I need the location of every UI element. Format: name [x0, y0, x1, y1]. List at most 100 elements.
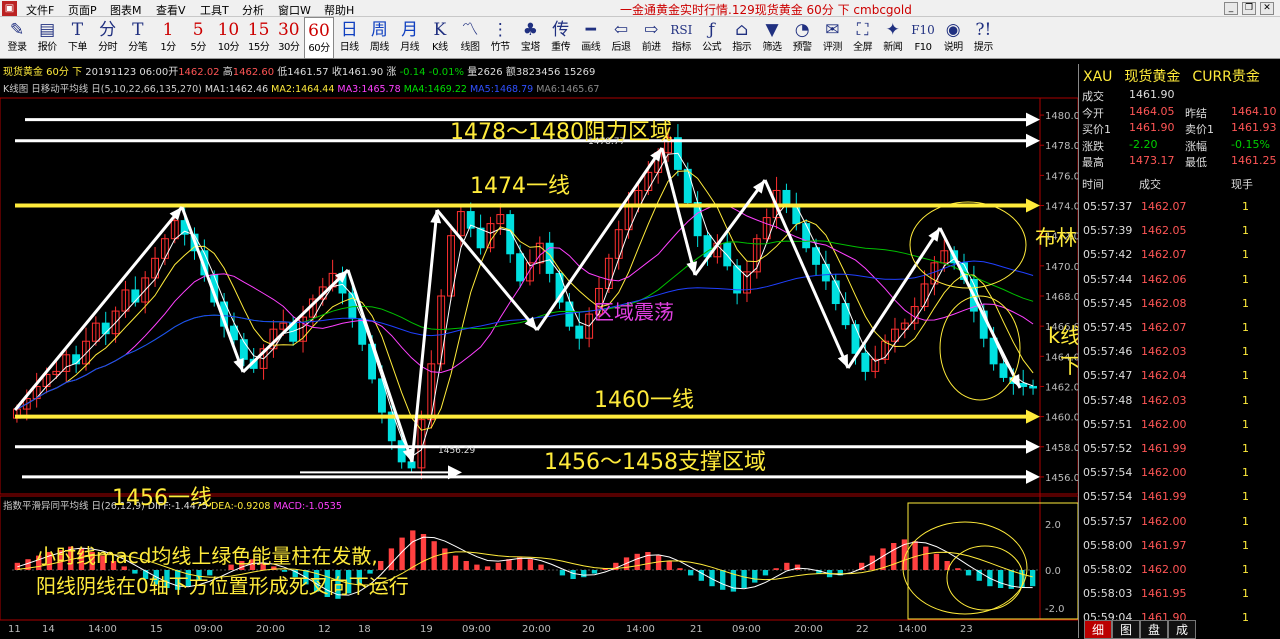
quote-value: 1473.17 — [1129, 154, 1175, 167]
restore-icon[interactable]: ❐ — [1242, 2, 1256, 15]
side-tab-2[interactable]: 盘 — [1140, 620, 1168, 639]
y-tick-label: 1462.0 — [1045, 382, 1080, 393]
candle-body — [476, 227, 485, 249]
y-tick-label: 1474.0 — [1045, 202, 1080, 213]
tick-time: 05:57:39 — [1083, 224, 1133, 238]
close-icon[interactable]: ✕ — [1260, 2, 1274, 15]
tick-row: 05:58:00 1461.97 1 — [1083, 539, 1279, 559]
tick-time: 05:57:37 — [1083, 200, 1133, 213]
time-tick: 20:00 — [522, 624, 551, 635]
ma4-line — [16, 240, 1034, 410]
tick-volume: 1 — [1242, 321, 1249, 334]
quote-label: 今开 — [1082, 106, 1104, 120]
y-tick-label: 1468.0 — [1045, 292, 1080, 303]
trend-arrow-line — [13, 206, 184, 411]
support-line-bottom-head — [1026, 469, 1040, 484]
tick-row: 05:57:45 1462.08 1 — [1083, 297, 1279, 317]
macd-dea: DEA:-0.9208 — [210, 501, 271, 512]
low-value: 1461.57 — [287, 67, 329, 78]
tick-row: 05:57:54 1461.99 1 — [1083, 490, 1279, 510]
symbol-market: CURR贵金 — [1192, 69, 1260, 85]
tick-row: 05:57:46 1462.03 1 — [1083, 345, 1279, 365]
close-value: 1461.90 — [341, 67, 384, 78]
side-tab-1[interactable]: 图 — [1112, 620, 1140, 639]
resist-line-bottom-head — [1026, 133, 1040, 148]
tick-price: 1462.07 — [1141, 248, 1187, 262]
time-tick: 09:00 — [462, 624, 491, 635]
quote-panel: XAU 现货黄金 CURR贵金 成交 1461.90 今开 1464.05 昨结 1464.1… — [1078, 64, 1280, 638]
tick-time: 05:57:45 — [1083, 321, 1133, 334]
symbol-code: XAU — [1083, 69, 1113, 85]
minimize-icon[interactable]: _ — [1224, 2, 1238, 15]
candle-body — [841, 303, 850, 326]
y-tick-label: 1458.0 — [1045, 443, 1080, 454]
tick-volume: 1 — [1242, 442, 1249, 455]
tick-volume: 1 — [1242, 224, 1249, 238]
candle-body — [723, 242, 732, 267]
trend-arrow-line — [180, 206, 245, 373]
line-1460-label: 1460一线 — [594, 388, 694, 413]
candle-body — [506, 214, 515, 255]
candle-body — [516, 253, 525, 282]
quote-label: 成交 — [1082, 90, 1104, 103]
time-tick: 21 — [690, 624, 703, 635]
tick-volume: 1 — [1242, 466, 1249, 480]
candle-body — [1029, 385, 1038, 389]
y-tick-label: 1476.0 — [1045, 171, 1080, 182]
candle-body — [683, 168, 692, 204]
bar-date: 20191123 06:00 — [85, 67, 169, 78]
low-marker: 1456.29 — [438, 446, 476, 456]
quote-label: 涨幅 — [1185, 139, 1207, 153]
tick-price: 1461.97 — [1141, 538, 1187, 552]
ma6-value: MA6:1465.67 — [536, 84, 600, 95]
side-tab-0[interactable]: 细 — [1084, 620, 1112, 639]
quote-label: 最低 — [1185, 156, 1207, 169]
tick-volume: 1 — [1242, 200, 1249, 213]
candle-body — [377, 378, 386, 413]
symbol-name: 现货黄金 — [1124, 69, 1181, 85]
tick-time: 05:57:52 — [1083, 442, 1133, 455]
support-line-top-head — [1026, 439, 1040, 454]
macd-axis-label: -2.0 — [1045, 604, 1065, 615]
time-tick: 20 — [582, 624, 595, 635]
tick-time: 05:57:57 — [1083, 514, 1133, 528]
time-tick: 20:00 — [256, 624, 285, 635]
trend-arrow-head — [233, 358, 244, 372]
line-1460-head — [1026, 409, 1040, 424]
tick-price: 1461.99 — [1141, 442, 1187, 455]
macd-axis-label: 0.0 — [1045, 566, 1061, 577]
tick-time: 05:57:54 — [1083, 490, 1133, 504]
tick-price: 1461.95 — [1141, 587, 1187, 601]
tick-volume: 1 — [1242, 563, 1249, 576]
quote-label: 昨结 — [1185, 106, 1207, 120]
side-tab-3[interactable]: 成 — [1168, 620, 1196, 639]
low-label: 低 — [277, 67, 288, 78]
ma3-value: MA3:1465.78 — [337, 84, 401, 95]
tick-price: 1462.08 — [1141, 296, 1187, 310]
tick-row: 05:57:45 1462.07 1 — [1083, 321, 1279, 341]
tick-volume: 1 — [1242, 296, 1249, 310]
tick-price: 1462.04 — [1141, 369, 1187, 383]
time-tick: 12 — [318, 624, 331, 635]
candle-body — [72, 354, 81, 365]
tick-time: 05:57:54 — [1083, 466, 1133, 480]
range-label: 区域震荡 — [594, 300, 674, 324]
time-tick: 18 — [358, 624, 371, 635]
tick-row: 05:57:54 1462.00 1 — [1083, 466, 1279, 486]
time-tick: 14:00 — [898, 624, 927, 635]
tick-row: 05:58:02 1462.00 1 — [1083, 563, 1279, 583]
chart-title: 现货黄金 60分 下 — [3, 67, 83, 78]
quote-value: 1461.25 — [1231, 154, 1277, 167]
tick-row: 05:57:37 1462.07 1 — [1083, 200, 1279, 220]
macd-axis-label: 2.0 — [1045, 520, 1061, 531]
trend-arrow-head — [650, 148, 662, 162]
time-tick: 23 — [960, 624, 973, 635]
time-tick: 20:00 — [794, 624, 823, 635]
time-tick: 09:00 — [194, 624, 223, 635]
candle-body — [239, 339, 248, 360]
time-tick: 14 — [42, 624, 55, 635]
change-label: 涨 — [386, 67, 397, 78]
tick-volume: 1 — [1242, 393, 1249, 407]
quote-value: 1461.90 — [1129, 88, 1175, 101]
line-1474-label: 1474一线 — [470, 174, 570, 199]
